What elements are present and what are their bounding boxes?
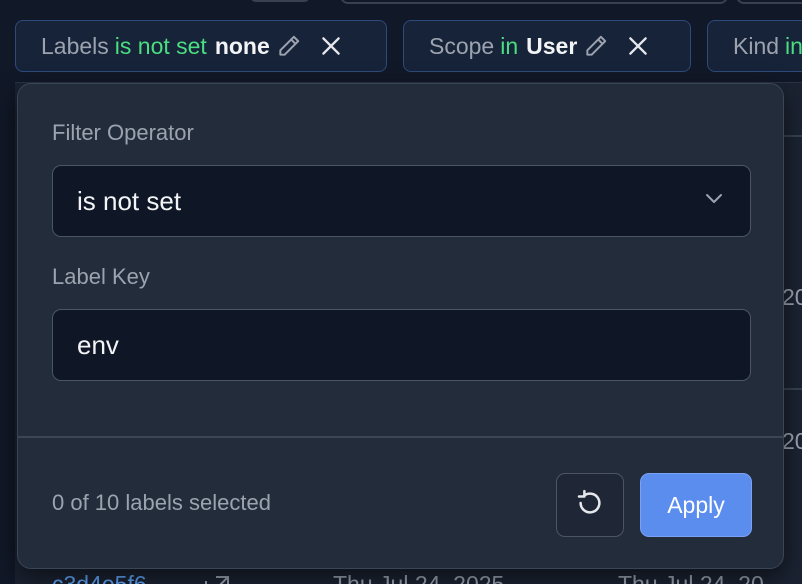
filter-chip-scope[interactable]: Scope in User bbox=[403, 20, 691, 72]
pencil-icon[interactable] bbox=[276, 33, 302, 59]
search-field-partial[interactable] bbox=[340, 0, 728, 4]
chip-field: Scope bbox=[429, 32, 495, 59]
close-icon[interactable] bbox=[318, 33, 344, 59]
operator-label: Filter Operator bbox=[52, 120, 194, 145]
chip-operator: is not set bbox=[114, 32, 207, 59]
reset-icon bbox=[575, 488, 605, 523]
table-cell-date: Thu Jul 24, 20 bbox=[618, 571, 764, 584]
filter-chip-kind[interactable]: Kind in bbox=[707, 20, 802, 72]
table-cell-text: 20 bbox=[782, 284, 802, 310]
filter-chip-labels[interactable]: Labels is not set none bbox=[15, 20, 387, 72]
reset-button[interactable] bbox=[556, 473, 624, 537]
label-key-input[interactable]: env bbox=[52, 309, 751, 381]
apply-button[interactable]: Apply bbox=[640, 473, 752, 537]
table-cell-text: 20 bbox=[782, 428, 802, 454]
chip-value: User bbox=[526, 32, 578, 59]
filter-edit-popover: Filter Operator is not set Label Key env… bbox=[17, 83, 784, 569]
table-cell-date: Thu Jul 24, 2025 bbox=[333, 571, 505, 584]
pencil-icon[interactable] bbox=[583, 33, 609, 59]
filter-bar-page: 20 20 c3d4e5f6 Thu Jul 24, 2025 Thu Jul … bbox=[0, 0, 802, 584]
label-key-value: env bbox=[77, 329, 119, 360]
operator-selected-value: is not set bbox=[77, 185, 182, 216]
operator-select[interactable]: is not set bbox=[52, 165, 751, 237]
label-key-label: Label Key bbox=[52, 264, 150, 289]
chip-operator: in bbox=[785, 32, 802, 59]
chip-field: Kind bbox=[733, 32, 780, 59]
external-link-icon[interactable] bbox=[202, 573, 232, 584]
chip-field: Labels bbox=[41, 32, 109, 59]
popover-divider bbox=[18, 436, 783, 438]
close-icon[interactable] bbox=[625, 33, 651, 59]
chip-value: none bbox=[214, 32, 270, 59]
toolbar-control-partial[interactable] bbox=[250, 0, 310, 2]
toolbar-button-partial[interactable] bbox=[736, 0, 802, 4]
chevron-down-icon bbox=[702, 186, 726, 217]
row-id-link[interactable]: c3d4e5f6 bbox=[52, 571, 147, 584]
chip-operator: in bbox=[500, 32, 519, 59]
selection-count: 0 of 10 labels selected bbox=[52, 490, 271, 515]
